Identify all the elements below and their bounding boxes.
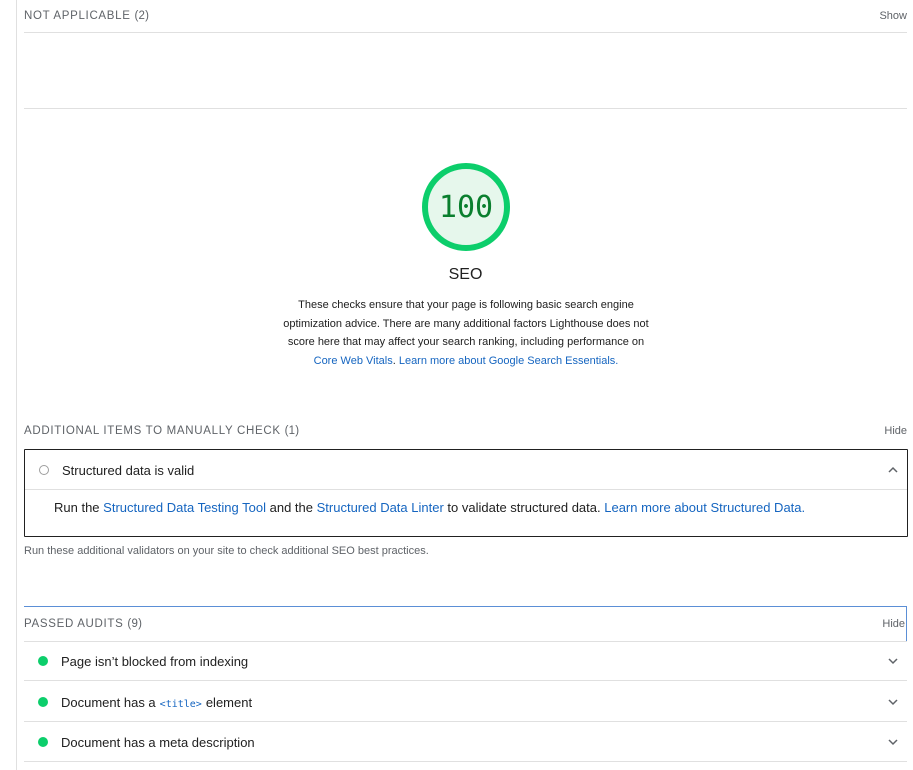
audit-title: Document has a <title> element	[61, 695, 252, 710]
manual-status-icon	[39, 465, 49, 475]
hide-toggle[interactable]: Hide	[884, 425, 907, 437]
manual-check-label: ADDITIONAL ITEMS TO MANUALLY CHECK	[24, 425, 281, 437]
period: .	[801, 500, 806, 515]
chevron-down-icon[interactable]	[887, 736, 899, 748]
not-applicable-title: NOT APPLICABLE (2)	[24, 10, 149, 22]
structured-data-detail: Run the Structured Data Testing Tool and…	[54, 500, 805, 515]
audit-row-title-element[interactable]: Document has a <title> element	[24, 682, 907, 722]
learn-more-structured-data-link[interactable]: Learn more about Structured Data	[604, 500, 801, 515]
structured-data-title: Structured data is valid	[62, 462, 195, 478]
detail-text: Run the	[54, 500, 104, 515]
manual-check-title: ADDITIONAL ITEMS TO MANUALLY CHECK (1)	[24, 425, 299, 437]
show-toggle[interactable]: Show	[879, 10, 907, 22]
not-applicable-label: NOT APPLICABLE	[24, 10, 131, 22]
passed-audits-title: PASSED AUDITS (9)	[24, 618, 142, 630]
hide-toggle[interactable]: Hide	[882, 618, 905, 630]
chevron-down-icon[interactable]	[887, 696, 899, 708]
structured-data-audit-header[interactable]: Structured data is valid	[25, 450, 907, 490]
divider	[24, 32, 907, 33]
divider	[25, 489, 907, 490]
not-applicable-header[interactable]: NOT APPLICABLE (2) Show	[24, 0, 907, 32]
not-applicable-count: (2)	[134, 10, 150, 22]
audit-row-indexing[interactable]: Page isn’t blocked from indexing	[24, 641, 907, 681]
divider	[24, 680, 907, 681]
chevron-up-icon[interactable]	[887, 464, 899, 476]
pass-status-icon	[38, 697, 48, 707]
structured-data-linter-link[interactable]: Structured Data Linter	[317, 500, 444, 515]
audit-title-text: element	[205, 694, 253, 710]
structured-data-audit: Structured data is valid Run the Structu…	[24, 449, 908, 537]
left-border-rule	[16, 0, 17, 770]
seo-category-title: SEO	[448, 266, 483, 283]
structured-data-testing-tool-link[interactable]: Structured Data Testing Tool	[103, 500, 266, 515]
seo-description: These checks ensure that your page is fo…	[276, 296, 656, 370]
passed-audits-label: PASSED AUDITS	[24, 618, 124, 630]
passed-audits-header[interactable]: PASSED AUDITS (9) Hide	[24, 607, 907, 641]
seo-description-text: These checks ensure that your page is fo…	[283, 299, 649, 348]
search-essentials-link[interactable]: Learn more about Google Search Essential…	[399, 355, 615, 367]
manual-check-footnote: Run these additional validators on your …	[24, 545, 429, 557]
detail-text: and the	[266, 500, 317, 515]
audit-row-meta-description[interactable]: Document has a meta description	[24, 722, 907, 762]
manual-check-count: (1)	[284, 425, 300, 437]
audit-title: Page isn’t blocked from indexing	[61, 653, 249, 669]
chevron-down-icon[interactable]	[887, 655, 899, 667]
pass-status-icon	[38, 656, 48, 666]
divider	[24, 761, 907, 762]
title-tag-code: <title>	[159, 698, 202, 710]
core-web-vitals-link[interactable]: Core Web Vitals	[314, 355, 393, 367]
audit-title-text: Document has a	[61, 694, 156, 710]
period: .	[615, 354, 619, 367]
audit-title: Document has a meta description	[61, 734, 255, 750]
seo-score-value: 100	[438, 189, 494, 225]
pass-status-icon	[38, 737, 48, 747]
divider	[24, 108, 907, 109]
detail-text: to validate structured data.	[443, 500, 605, 515]
passed-audits-count: (9)	[127, 618, 143, 630]
manual-check-header[interactable]: ADDITIONAL ITEMS TO MANUALLY CHECK (1) H…	[24, 415, 907, 447]
